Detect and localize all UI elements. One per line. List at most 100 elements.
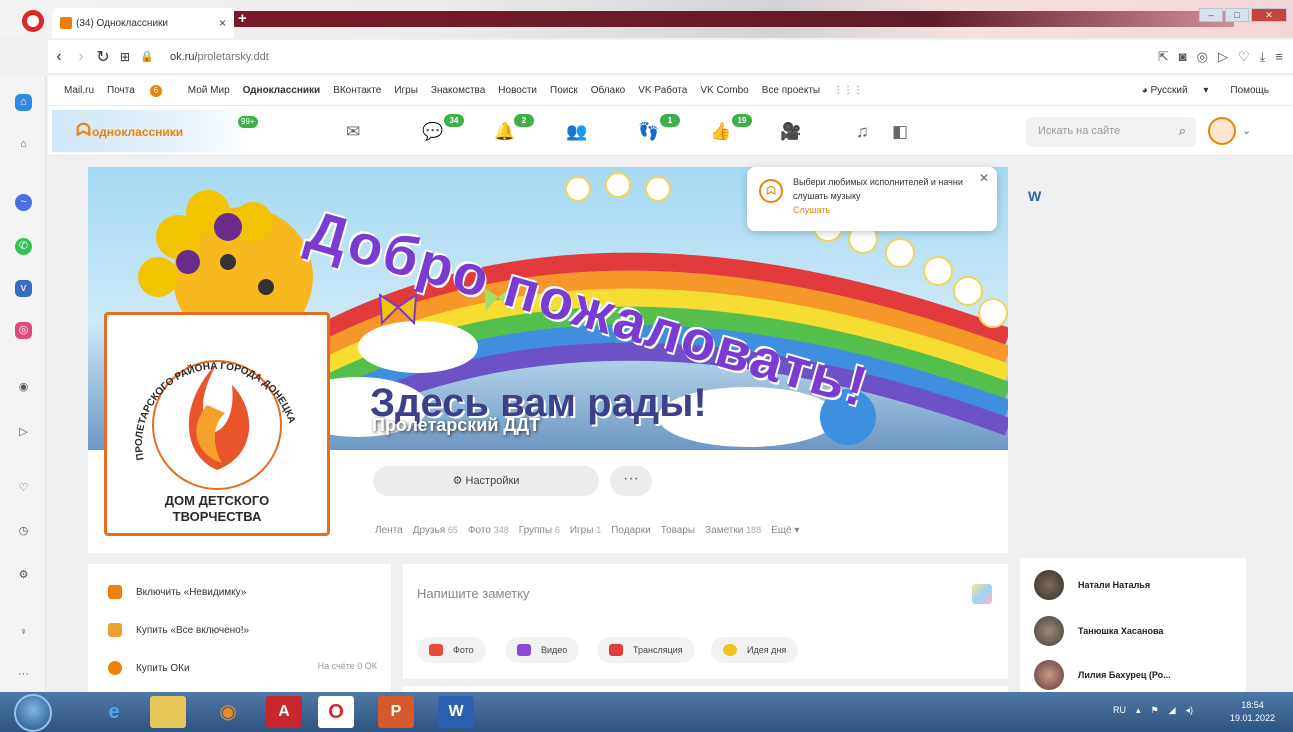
friend-item[interactable]: Танюшка Хасанова [1034,616,1163,646]
music-icon[interactable]: ♫ [856,122,869,142]
language-indicator[interactable]: RU [1113,705,1126,716]
snapshot-icon[interactable]: ◙ [1179,49,1187,65]
service-vk[interactable]: ВКонтакте [333,85,381,96]
media-player-icon[interactable]: ◉ [210,696,246,728]
download-icon[interactable]: ⤓ [1260,49,1266,65]
nav-gifts[interactable]: Подарки [611,525,650,536]
service-moimir[interactable]: Мой Мир [188,85,230,96]
vk-widget-icon[interactable]: W [1028,188,1041,204]
nav-more[interactable]: Ещё ▾ [771,525,799,536]
send-icon[interactable]: ▷ [1218,49,1228,65]
service-mailru[interactable]: Mail.ru [64,85,94,96]
friends-icon[interactable]: 👥 [566,122,587,142]
share-icon[interactable]: ⇱ [1158,49,1169,65]
start-button[interactable] [14,694,52,732]
reload-icon[interactable]: ↻ [92,47,114,67]
player-toggle-icon[interactable]: ◧ [892,122,908,142]
stream-button[interactable]: Трансляция [597,637,695,663]
menu-invisible[interactable]: Включить «Невидимку» [108,584,246,600]
forward-icon[interactable]: › [70,48,92,66]
guests-icon[interactable]: 👣 [638,122,659,142]
nav-photos[interactable]: Фото 348 [468,525,509,536]
menu-icon[interactable]: ≡ [1275,49,1283,65]
mail-icon[interactable]: ✉ [346,122,360,142]
service-dating[interactable]: Знакомства [431,85,485,96]
close-window-button[interactable]: ✕ [1251,8,1287,22]
friend-item[interactable]: Натали Наталья [1034,570,1150,600]
group-avatar[interactable]: ПРОЛЕТАРСКОГО РАЙОНА ГОРОДА ДОНЕЦКА ДОМ … [104,312,330,536]
favorites-icon[interactable]: ♡ [15,480,32,497]
whatsapp-icon[interactable]: ✆ [15,238,32,255]
word-icon[interactable]: W [438,696,474,728]
back-icon[interactable]: ‹ [48,48,70,66]
like-icon[interactable]: 👍 [710,122,731,142]
more-sidebar-icon[interactable]: ··· [15,666,32,683]
tab-close-icon[interactable]: × [219,16,226,30]
nav-notes[interactable]: Заметки 188 [705,525,761,536]
user-avatar[interactable] [1208,117,1236,145]
flag-icon[interactable]: ⚑ [1150,705,1158,716]
video-icon[interactable]: 🎥 [780,122,801,142]
nav-friends[interactable]: Друзья 65 [413,525,458,536]
history-icon[interactable]: ◷ [15,523,32,540]
note-input[interactable]: Напишите заметку [417,586,529,601]
flow-icon[interactable]: ▷ [15,424,32,441]
note-theme-icon[interactable] [972,584,992,604]
player-icon[interactable]: ◉ [15,379,32,396]
settings-button[interactable]: ⚙ Настройки [373,466,599,496]
tray-arrow-icon[interactable]: ▴ [1136,705,1141,716]
explorer-icon[interactable] [150,696,186,728]
service-vk-combo[interactable]: VK Combo [700,85,748,96]
heart-icon[interactable]: ♡ [1238,49,1250,65]
nav-feed[interactable]: Лента [375,525,403,536]
opera-menu-icon[interactable] [22,10,44,32]
vk-sidebar-icon[interactable]: v [15,280,32,297]
photo-button[interactable]: Фото [417,637,486,663]
tab-odnoklassniki[interactable]: (34) Одноклассники × [52,8,234,38]
opera-taskbar-icon[interactable]: O [318,696,354,728]
service-ok[interactable]: Одноклассники [243,85,321,96]
search-icon[interactable]: ⌕ [1179,123,1186,139]
service-search[interactable]: Поиск [550,85,578,96]
nav-goods[interactable]: Товары [661,525,695,536]
nav-games[interactable]: Игры 1 [570,525,601,536]
language-select[interactable]: ◕ Русский ▾ [1142,85,1209,96]
ie-icon[interactable]: e [96,696,132,728]
service-all-projects[interactable]: Все проекты [762,85,820,96]
menu-buy-ok[interactable]: Купить ОКи [108,660,190,676]
volume-icon[interactable]: ◂) [1185,705,1193,716]
settings-icon[interactable]: ⚙ [15,567,32,584]
vpn-icon[interactable]: ◎ [1197,49,1208,65]
service-cloud[interactable]: Облако [591,85,626,96]
tips-icon[interactable]: ♀ [15,624,32,641]
clock[interactable]: 18:54 19.01.2022 [1230,699,1275,725]
maximize-button[interactable]: □ [1225,8,1249,22]
discussions-icon[interactable]: 💬 [422,122,443,142]
url-field[interactable]: ok.ru/proletarsky.ddt [170,51,269,63]
idea-button[interactable]: Идея дня [711,637,799,663]
nav-groups[interactable]: Группы 6 [519,525,560,536]
service-mail[interactable]: Почта 6 [107,84,175,97]
friend-item[interactable]: Лилия Бахурец (Ро... [1034,660,1171,690]
menu-all-inclusive[interactable]: Купить «Все включено!» [108,622,249,638]
powerpoint-icon[interactable]: P [378,696,414,728]
chevron-down-icon[interactable]: ⌄ [1242,124,1251,137]
service-games[interactable]: Игры [394,85,418,96]
sidebar-bookmarks-icon[interactable]: ⌂ [15,136,32,153]
sidebar-home-icon[interactable]: ⌂ [15,94,32,111]
ok-logo[interactable]: ᗣ одноклассники 99+ [52,110,258,152]
service-vk-work[interactable]: VK Работа [638,85,687,96]
more-button[interactable]: ··· [610,466,652,496]
service-news[interactable]: Новости [498,85,537,96]
minimize-button[interactable]: – [1199,8,1223,22]
popup-listen-link[interactable]: Слушать [793,203,989,217]
popup-close-icon[interactable]: ✕ [979,171,989,185]
instagram-icon[interactable]: ◎ [15,322,32,339]
site-search-input[interactable]: Искать на сайте ⌕ [1026,117,1196,147]
acrobat-icon[interactable]: A [266,696,302,728]
help-link[interactable]: Помощь [1230,85,1269,96]
new-tab-button[interactable]: + [238,11,247,27]
messenger-icon[interactable]: ~ [15,194,32,211]
grid-icon[interactable]: ⋮⋮⋮ [833,85,863,96]
network-icon[interactable]: ◢ [1169,705,1176,716]
